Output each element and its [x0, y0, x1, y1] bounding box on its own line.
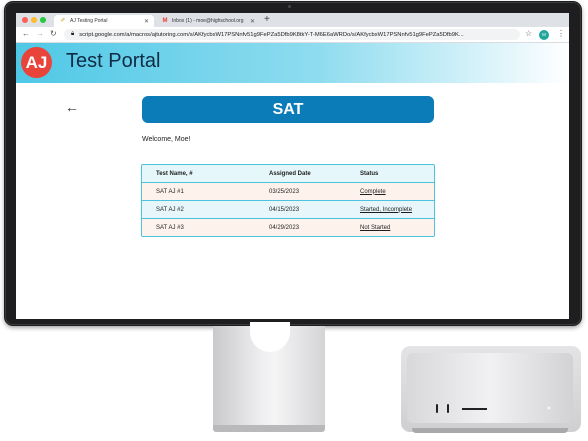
- test-name-cell: SAT AJ #3: [156, 224, 184, 231]
- close-window-button[interactable]: [22, 17, 28, 23]
- assigned-date-cell: 04/15/2023: [269, 206, 300, 213]
- tests-table: Test Name, # Assigned Date Status SAT AJ…: [141, 164, 435, 237]
- browser-window: ✐ AJ Testing Portal ✕ M Inbox (1) - moe@…: [16, 13, 569, 319]
- tab-favicon-icon: ✐: [60, 18, 66, 24]
- sd-card-slot: [462, 408, 487, 410]
- imac-monitor: ✐ AJ Testing Portal ✕ M Inbox (1) - moe@…: [4, 1, 582, 326]
- table-row: SAT AJ #2 04/15/2023 Started, Incomplete: [142, 201, 434, 219]
- tab-strip: ✐ AJ Testing Portal ✕ M Inbox (1) - moe@…: [16, 13, 569, 27]
- test-banner: SAT: [142, 96, 434, 123]
- test-name-cell: SAT AJ #2: [156, 206, 184, 213]
- app-title: Test Portal: [66, 50, 161, 72]
- tab-title: Inbox (1) - moe@highschool.org: [172, 18, 244, 24]
- app-logo[interactable]: AJ: [21, 47, 52, 78]
- back-arrow-icon[interactable]: ←: [65, 99, 79, 115]
- table-row: SAT AJ #1 03/25/2023 Complete: [142, 183, 434, 201]
- profile-avatar[interactable]: M: [539, 30, 549, 40]
- star-icon[interactable]: ☆: [525, 29, 532, 38]
- zoom-window-button[interactable]: [40, 17, 46, 23]
- tab-title: AJ Testing Portal: [70, 18, 108, 24]
- welcome-text: Welcome, Moe!: [142, 136, 191, 143]
- mac-studio-base: [412, 428, 568, 433]
- forward-nav-icon[interactable]: →: [36, 29, 44, 38]
- app-header: AJ Test Portal: [16, 43, 569, 83]
- camera-dot: [288, 5, 291, 8]
- header-status: Status: [360, 170, 379, 177]
- gmail-icon: M: [162, 18, 168, 24]
- address-bar[interactable]: 🔒︎ script.google.com/a/macros/ajtutoring…: [64, 29, 520, 40]
- url-text: script.google.com/a/macros/ajtutoring.co…: [79, 31, 464, 38]
- header-test-name: Test Name, #: [156, 170, 193, 177]
- menu-icon[interactable]: ⋮: [557, 29, 565, 38]
- usb-c-port: [447, 404, 449, 413]
- assigned-date-cell: 04/29/2023: [269, 224, 300, 231]
- tab-inbox[interactable]: M Inbox (1) - moe@highschool.org ✕: [156, 15, 260, 27]
- test-name-cell: SAT AJ #1: [156, 188, 184, 195]
- assigned-date-cell: 03/25/2023: [269, 188, 300, 195]
- lock-icon: 🔒︎: [71, 31, 75, 37]
- status-link[interactable]: Started, Incomplete: [360, 207, 412, 213]
- usb-c-port: [436, 404, 438, 413]
- status-link[interactable]: Complete: [360, 189, 386, 195]
- status-link[interactable]: Not Started: [360, 225, 390, 231]
- minimize-window-button[interactable]: [31, 17, 37, 23]
- tab-close-icon[interactable]: ✕: [250, 18, 255, 25]
- browser-toolbar: ← → ↻ 🔒︎ script.google.com/a/macros/ajtu…: [16, 27, 569, 43]
- mac-studio-front: [407, 353, 573, 423]
- reload-icon[interactable]: ↻: [50, 29, 57, 38]
- back-nav-icon[interactable]: ←: [22, 29, 30, 38]
- header-assigned-date: Assigned Date: [269, 170, 311, 177]
- stand-base: [213, 425, 325, 432]
- power-led: [548, 407, 550, 409]
- tab-aj-testing-portal[interactable]: ✐ AJ Testing Portal ✕: [54, 15, 154, 27]
- table-row: SAT AJ #3 04/29/2023 Not Started: [142, 219, 434, 236]
- tab-close-icon[interactable]: ✕: [144, 18, 149, 25]
- table-header-row: Test Name, # Assigned Date Status: [142, 165, 434, 183]
- new-tab-button[interactable]: +: [264, 14, 270, 25]
